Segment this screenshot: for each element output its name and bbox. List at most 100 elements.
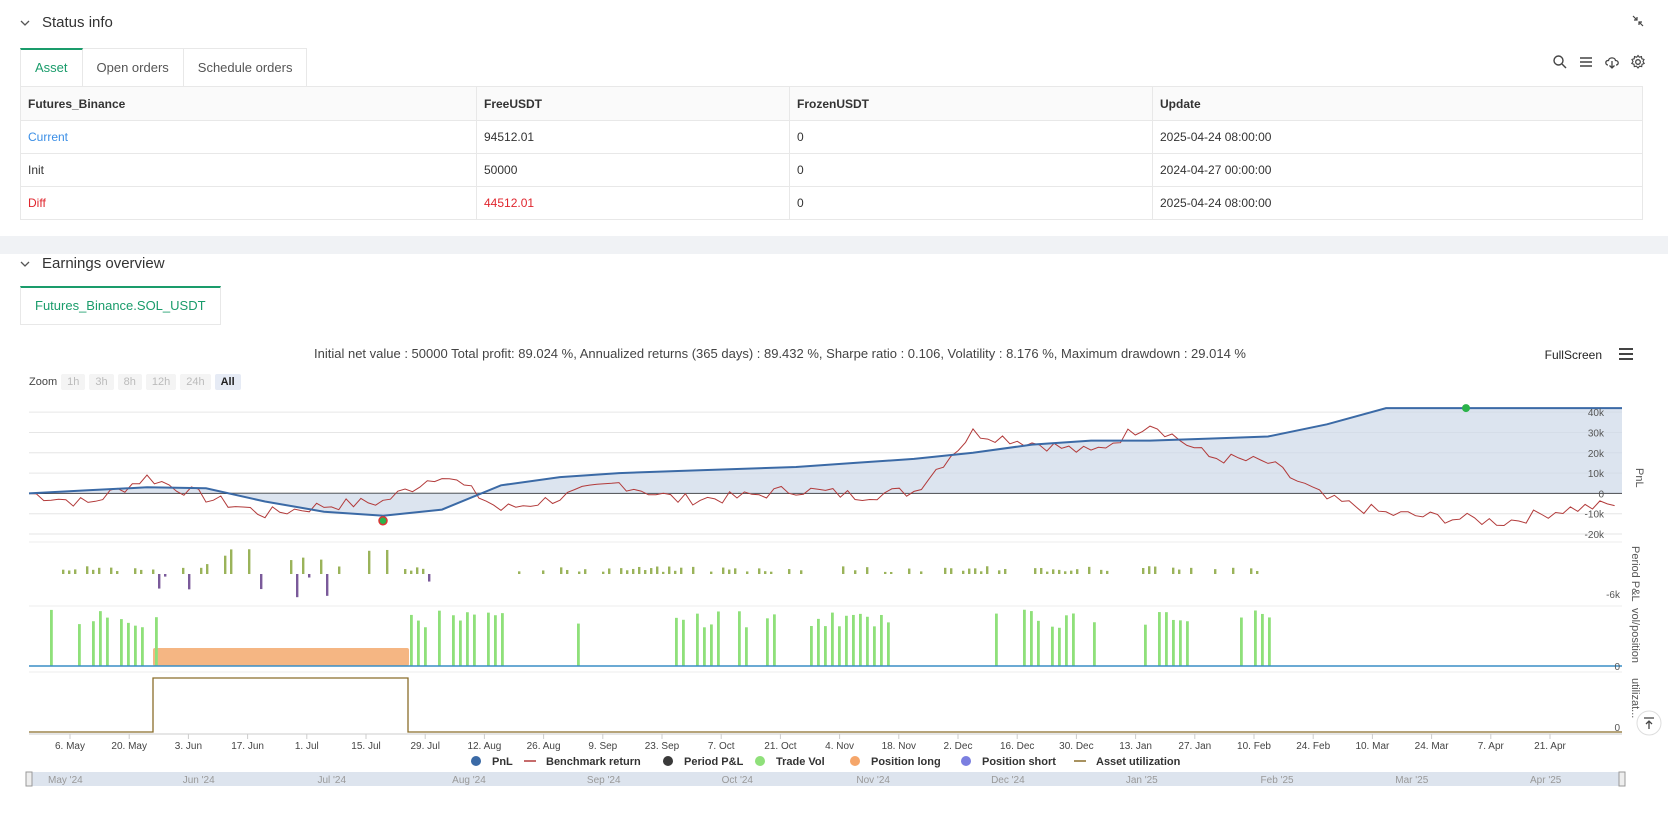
period-bar [164,574,167,577]
period-bar [722,567,725,574]
period-bar [74,569,77,574]
tab-open-orders[interactable]: Open orders [82,48,184,86]
legend-label: Position long [871,756,941,768]
period-bar [320,559,323,574]
period-bar [1178,569,1181,574]
vol-axis-title: vol/position [1629,608,1641,663]
period-bar [950,568,953,574]
status-info-title: Status info [42,14,113,31]
status-info-header[interactable]: Status info [20,14,113,31]
cell-frozen: 0 [789,120,1153,154]
period-bar [290,560,293,574]
trade-vol-bar [494,615,497,666]
row-label-current[interactable]: Current [20,120,477,154]
period-tick-label: -6k [1606,590,1621,601]
x-tick-label: 20. May [111,741,147,752]
trade-vol-bars: 0 vol/position [29,605,1641,673]
trade-vol-bar [682,619,685,666]
period-bar [842,566,845,574]
period-bar [86,566,89,574]
cell-update: 2025-04-24 08:00:00 [1152,186,1643,220]
period-bar [386,549,389,574]
period-pnl-bars: -6k Period P&L [29,541,1641,602]
vol-tick-label: 0 [1614,662,1620,673]
period-bar [1046,571,1049,574]
trade-vol-bar [710,624,713,666]
x-tick-label: 7. Apr [1478,741,1505,752]
period-bar [1052,569,1055,574]
period-bar [326,574,329,596]
legend-label: Period P&L [684,756,744,768]
earnings-overview-panel: Earnings overview Futures_Binance.SOL_US… [0,254,1668,837]
table-row: Current 94512.01 0 2025-04-24 08:00:00 [20,120,1643,154]
period-bar [152,569,155,574]
legend-label: Trade Vol [776,756,825,768]
navigator-tick-label: May '24 [48,775,83,786]
trade-vol-bar [501,613,504,666]
period-bar [890,571,893,574]
cloud-download-icon[interactable] [1604,54,1620,70]
x-tick-label: 27. Jan [1178,741,1211,752]
trade-vol-bar [887,622,890,666]
period-bar [308,574,311,578]
navigator-tick-label: Jul '24 [317,775,346,786]
period-bar [1250,568,1253,574]
period-bar [1064,571,1067,574]
gear-icon[interactable] [1630,54,1646,70]
period-bar [692,566,695,574]
cell-free: 94512.01 [476,120,790,154]
trade-vol-bar [459,620,462,666]
trade-vol-bar [845,615,848,666]
navigator-handle-right [1618,771,1626,787]
period-bar [884,571,887,574]
trade-vol-bar [1172,619,1175,666]
x-tick-label: 6. May [55,741,85,752]
period-bar [668,566,671,574]
period-bar [974,568,977,574]
period-bar [656,566,659,574]
period-bar [980,571,983,574]
period-bar [788,569,791,574]
x-tick-label: 23. Sep [645,741,680,752]
x-tick-label: 13. Jan [1119,741,1152,752]
navigator-tick-label: Dec '24 [991,775,1025,786]
period-bar [620,568,623,574]
period-bar [986,566,989,574]
x-tick-label: 1. Jul [295,741,319,752]
x-tick-label: 17. Jun [231,741,264,752]
period-bar [518,571,521,574]
table-row: Init 50000 0 2024-04-27 00:00:00 [20,153,1643,187]
asset-utilization-series: 0utilizat... [29,671,1641,734]
tab-asset[interactable]: Asset [20,48,83,86]
trade-vol-bar [134,625,137,666]
chart-legend: PnL Benchmark return Period P&L Trade Vol Po… [471,756,1181,768]
column-header: Update [1152,86,1643,121]
legend-label: PnL [492,756,513,768]
period-bar [410,570,413,574]
legend-label: Benchmark return [546,756,641,768]
scroll-top-button[interactable] [1636,710,1662,736]
x-tick-label: 9. Sep [588,741,617,752]
trade-vol-bar [824,626,827,666]
search-icon[interactable] [1552,54,1568,70]
trade-vol-bar [1037,620,1040,666]
y-tick-label: -20k [1585,530,1605,541]
cell-update: 2024-04-27 00:00:00 [1152,153,1643,187]
trade-vol-bar [859,613,862,666]
tab-schedule-orders[interactable]: Schedule orders [183,48,308,86]
trade-vol-bar [810,625,813,666]
period-bar [758,568,761,574]
list-icon[interactable] [1578,54,1594,70]
legend-swatch [471,756,481,766]
navigator[interactable]: May '24 Jun '24 Jul '24 Aug '24 Sep '24 Oct '… [25,771,1626,787]
trade-vol-bar [120,619,123,666]
period-bar [962,570,965,574]
cell-update: 2025-04-24 08:00:00 [1152,120,1643,154]
collapse-icon[interactable] [1632,15,1644,27]
legend-swatch [850,756,860,766]
x-tick-label: 7. Oct [708,741,735,752]
navigator-tick-label: Apr '25 [1530,775,1562,786]
period-bar [650,568,653,574]
trade-vol-bar [78,624,81,666]
navigator-tick-label: Mar '25 [1395,775,1428,786]
